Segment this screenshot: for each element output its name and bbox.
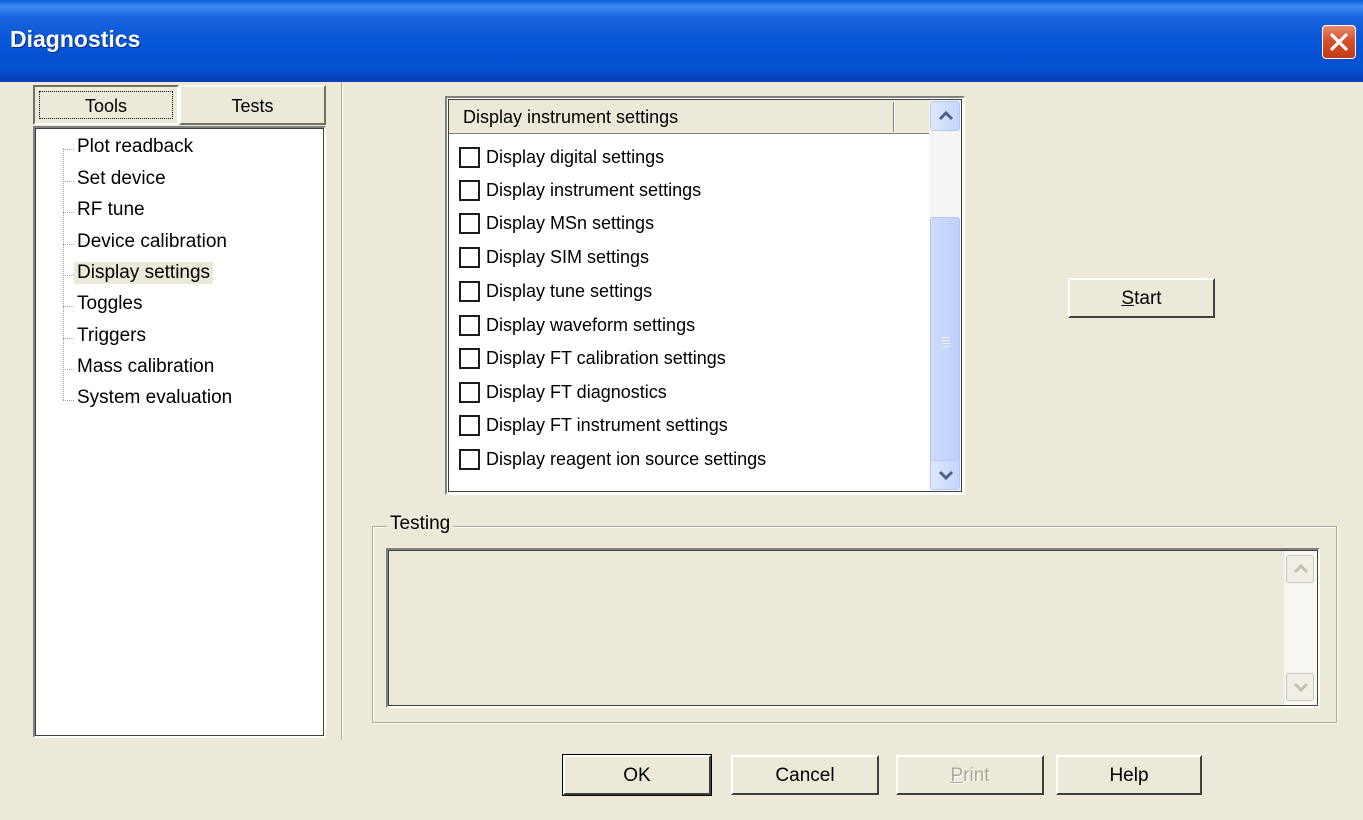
checkbox[interactable]: [459, 448, 480, 470]
window-title: Diagnostics: [10, 26, 141, 52]
tree-connector: [63, 369, 74, 370]
tree-item-rf-tune[interactable]: RF tune: [77, 199, 145, 221]
list-item-label: Display MSn settings: [486, 212, 655, 233]
tab-tests[interactable]: Tests: [179, 85, 326, 125]
checkbox[interactable]: [459, 381, 480, 403]
checkbox[interactable]: [459, 179, 480, 201]
settings-list-frame: Display instrument settings Display digi…: [448, 99, 962, 492]
checkbox[interactable]: [459, 246, 480, 268]
ok-label: OK: [623, 765, 651, 786]
print-label: rint: [963, 765, 990, 786]
tree-connector: [63, 149, 74, 150]
tree-connector: [63, 275, 74, 276]
tree-connector: [63, 212, 74, 213]
list-item-label: Display FT instrument settings: [486, 414, 728, 435]
focus-ring: [39, 91, 173, 119]
close-button[interactable]: [1322, 25, 1356, 59]
tree-connector: [63, 338, 74, 339]
list-item-label: Display waveform settings: [486, 314, 696, 335]
list-item[interactable]: Display FT diagnostics: [459, 377, 667, 407]
tree-item-plot-readback[interactable]: Plot readback: [77, 136, 193, 158]
list-item-label: Display SIM settings: [486, 246, 650, 267]
title-bar[interactable]: Diagnostics: [0, 0, 1363, 82]
checkbox[interactable]: [459, 414, 480, 436]
list-item-label: Display tune settings: [486, 280, 653, 301]
tree-item-toggles[interactable]: Toggles: [77, 293, 143, 315]
list-item[interactable]: Display instrument settings: [459, 175, 701, 205]
tree-item-system-evaluation[interactable]: System evaluation: [77, 387, 232, 409]
list-item-label: Display FT diagnostics: [486, 381, 667, 402]
list-item[interactable]: Display waveform settings: [459, 310, 695, 340]
tree-item-triggers[interactable]: Triggers: [77, 325, 146, 347]
testing-output[interactable]: [386, 548, 1320, 708]
testing-group: Testing: [372, 513, 1337, 723]
panel-divider: [341, 82, 343, 740]
list-item[interactable]: Display digital settings: [459, 142, 664, 172]
tree-connector: [63, 181, 74, 182]
print-button[interactable]: Print: [896, 755, 1044, 795]
header-divider[interactable]: [893, 102, 895, 132]
start-button[interactable]: Start: [1068, 278, 1215, 318]
tree-connector: [63, 148, 64, 400]
list-item-label: Display FT calibration settings: [486, 347, 726, 368]
tools-tree[interactable]: Plot readback Set device RF tune Device …: [33, 126, 326, 738]
scroll-down-button[interactable]: [930, 460, 960, 490]
checkbox[interactable]: [459, 212, 480, 234]
ok-button[interactable]: OK: [562, 754, 712, 796]
testing-scroll-down-button[interactable]: [1286, 673, 1314, 701]
chevron-down-icon: [1293, 682, 1309, 693]
list-header-label: Display instrument settings: [463, 107, 679, 127]
list-item[interactable]: Display FT instrument settings: [459, 410, 728, 440]
scroll-grip: [942, 343, 950, 344]
tree-connector: [63, 244, 74, 245]
start-label: tart: [1134, 288, 1162, 309]
list-item[interactable]: Display reagent ion source settings: [459, 444, 766, 474]
scroll-up-button[interactable]: [930, 101, 960, 131]
scroll-grip: [942, 340, 950, 341]
list-item[interactable]: Display SIM settings: [459, 242, 649, 272]
tree-item-device-calibration[interactable]: Device calibration: [77, 231, 227, 253]
list-item[interactable]: Display MSn settings: [459, 208, 654, 238]
scroll-grip: [942, 337, 950, 338]
tree-item-set-device[interactable]: Set device: [77, 168, 166, 190]
list-item[interactable]: Display FT calibration settings: [459, 343, 726, 373]
cancel-label: Cancel: [775, 765, 835, 786]
scroll-grip: [942, 346, 950, 347]
tree-item-display-settings[interactable]: Display settings: [74, 262, 214, 284]
start-mnemonic: S: [1121, 288, 1135, 309]
testing-output-frame: [388, 550, 1318, 706]
help-label: Help: [1109, 765, 1149, 786]
chevron-up-icon: [1293, 563, 1309, 574]
testing-scrollbar[interactable]: [1284, 551, 1317, 705]
help-button[interactable]: Help: [1056, 755, 1202, 795]
testing-scroll-up-button[interactable]: [1286, 555, 1314, 583]
settings-list-scrollbar[interactable]: [929, 100, 961, 491]
tab-tools[interactable]: Tools: [33, 85, 179, 125]
list-item-label: Display instrument settings: [486, 179, 702, 200]
chevron-up-icon: [938, 110, 954, 121]
checkbox[interactable]: [459, 146, 480, 168]
close-icon: [1330, 33, 1348, 51]
chevron-down-icon: [938, 470, 954, 481]
list-item-label: Display digital settings: [486, 146, 665, 167]
settings-list[interactable]: Display instrument settings Display digi…: [445, 96, 965, 495]
print-mnemonic: P: [950, 765, 964, 786]
tree-item-mass-calibration[interactable]: Mass calibration: [77, 356, 214, 378]
testing-group-label: Testing: [387, 513, 454, 535]
list-item-label: Display reagent ion source settings: [486, 448, 767, 469]
scroll-thumb[interactable]: [930, 217, 960, 464]
checkbox[interactable]: [459, 347, 480, 369]
tree-connector: [63, 306, 74, 307]
list-item[interactable]: Display tune settings: [459, 276, 652, 306]
tab-tests-label: Tests: [231, 96, 274, 116]
checkbox[interactable]: [459, 280, 480, 302]
cancel-button[interactable]: Cancel: [731, 755, 879, 795]
list-column-header[interactable]: Display instrument settings: [449, 100, 932, 134]
checkbox[interactable]: [459, 314, 480, 336]
tree-connector: [63, 400, 74, 401]
